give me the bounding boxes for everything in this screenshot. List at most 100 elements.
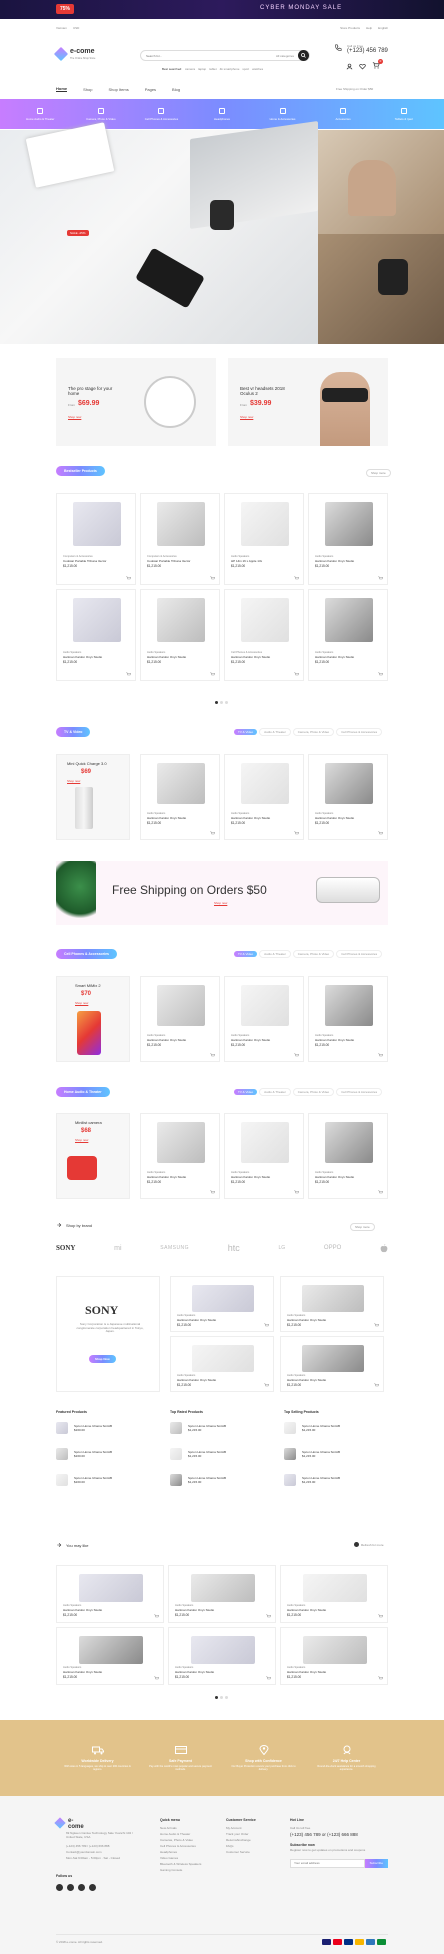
cart-icon[interactable] [154, 1614, 159, 1619]
product-name[interactable]: Hartman Kardon Onyx Studio [287, 1670, 383, 1674]
twitter-icon[interactable] [67, 1884, 74, 1891]
cart-icon[interactable] [210, 576, 215, 581]
nav-home[interactable]: Home [56, 86, 68, 92]
feature-card[interactable]: Smart MiMix 2 $70 Shop now [56, 976, 130, 1062]
cart-icon[interactable] [210, 1190, 215, 1195]
list-item[interactable]: Spcon Home Ulrama SmtAB $160.00 [56, 1474, 112, 1486]
product-card[interactable]: Audio Speakers Hartman Kardon Onyx Studi… [224, 754, 304, 840]
brand-mi[interactable]: mi [114, 1245, 121, 1252]
cart-icon[interactable] [154, 1676, 159, 1681]
product-name[interactable]: Hartman Kardon Onyx Studio [287, 1378, 379, 1382]
filter-tab[interactable]: Audio & Theater [259, 1088, 291, 1096]
product-card[interactable]: Audio Speakers Hartman Kardon Onyx Studi… [170, 1276, 274, 1332]
search-tag[interactable]: 4k smartphone [220, 67, 240, 71]
product-name[interactable]: Hartman Kardon Onyx Studio [63, 1608, 159, 1612]
footer-link[interactable]: New Arrivals [160, 1826, 201, 1830]
list-item[interactable]: Spcon Home Ulrama SmtAB $160.00 [56, 1448, 112, 1460]
brand-feature-card[interactable]: SONY Sony Corporation is a Japanese mult… [56, 1276, 160, 1392]
cart-icon[interactable] [378, 576, 383, 581]
product-name[interactable]: Hartman Kardon Onyx Studio [147, 655, 215, 659]
hero-side-top[interactable] [318, 130, 444, 234]
search-input[interactable] [141, 53, 276, 58]
filter-tab[interactable]: Audio & Theater [259, 950, 291, 958]
newsletter-email-input[interactable] [290, 1858, 365, 1868]
cart-icon[interactable] [264, 1323, 269, 1328]
product-card[interactable]: Audio Speakers Hartman Kardon Onyx Studi… [308, 589, 388, 681]
feature-shop-button[interactable]: Shop now [67, 779, 80, 783]
cart-icon[interactable] [210, 1053, 215, 1058]
list-item[interactable]: Spcon Home Ulrama SmtAB $1,215.00 [284, 1474, 340, 1486]
banner-shop-button[interactable]: Shop now [214, 901, 227, 905]
product-name[interactable]: Hartman Kardon Onyx Studio [177, 1318, 269, 1322]
brand-shop-button[interactable]: Shop Now [89, 1355, 116, 1363]
product-name[interactable]: Hartman Kardon Onyx Studio [315, 1175, 383, 1179]
product-name[interactable]: Hartman Kardon Onyx Studio [315, 559, 383, 563]
free-shipping-banner[interactable]: Free Shipping on Orders $50 Shop now [56, 861, 388, 925]
search-tag[interactable]: camera [185, 67, 195, 71]
list-item[interactable]: Spcon Home Ulrama SmtAB $1,215.00 [284, 1422, 340, 1434]
product-card[interactable]: Audio Speakers Hartman Kardon Onyx Studi… [280, 1627, 388, 1685]
instagram-icon[interactable] [78, 1884, 85, 1891]
feature-card[interactable]: Minilist camera $68 Shop now [56, 1113, 130, 1199]
search-button[interactable] [298, 50, 309, 61]
store-link[interactable]: Store Products [340, 26, 360, 30]
product-name[interactable]: Hartman Kardon Onyx Studio [231, 816, 299, 820]
filter-tab[interactable]: Camera, Photo & Video [292, 1088, 335, 1096]
list-item[interactable]: Spcon Home Ulrama SmtAB $160.00 [56, 1422, 112, 1434]
refresh-button[interactable]: Refresh for more [354, 1542, 384, 1547]
category-item[interactable]: Home Audio & Theater [15, 107, 65, 121]
footer-link[interactable]: My Account [226, 1826, 256, 1830]
promo-card-vr[interactable]: Best vr headsets 2018 Oculus 2 From $39.… [228, 358, 388, 446]
carousel-dots[interactable] [214, 700, 229, 705]
product-card[interactable]: Audio Speakers Hartman Kardon Onyx Studi… [56, 1627, 164, 1685]
product-card[interactable]: Audio Speakers HP 14in 16 x Apple 13x $1… [224, 493, 304, 585]
product-card[interactable]: Audio Speakers Hartman Kardon Onyx Studi… [140, 754, 220, 840]
footer-link[interactable]: Returns/Exchange [226, 1838, 256, 1842]
list-item[interactable]: Spcon Home Ulrama SmtAB $1,215.00 [284, 1448, 340, 1460]
google-plus-icon[interactable] [89, 1884, 96, 1891]
product-name[interactable]: Hartman Kardon Onyx Studio [231, 1038, 299, 1042]
category-item[interactable]: Cell Phones & Accessories [136, 107, 186, 121]
product-card[interactable]: Audio Speakers Hartman Kardon Onyx Studi… [168, 1565, 276, 1623]
cart-icon[interactable] [374, 1383, 379, 1388]
search-tag[interactable]: sport [242, 67, 249, 71]
promo-shop-button[interactable]: Shop now [68, 415, 81, 419]
filter-tab[interactable]: Camera, Photo & Video [292, 950, 335, 958]
product-name[interactable]: Hartman Kardon Onyx Studio [315, 1038, 383, 1042]
promo-card-speaker[interactable]: The pro stage for your home From $69.99 … [56, 358, 216, 446]
product-name[interactable]: Hartman Kardon Onyx Studio [147, 1175, 215, 1179]
brand-oppo[interactable]: OPPO [324, 1245, 341, 1251]
cart-button[interactable]: 0 [372, 59, 383, 70]
cart-icon[interactable] [378, 1614, 383, 1619]
cart-icon[interactable] [264, 1383, 269, 1388]
feature-card[interactable]: Mini Quick Charge 3.0 $69 Shop now [56, 754, 130, 840]
product-card[interactable]: Audio Speakers Hartman Kardon Onyx Studi… [224, 1113, 304, 1199]
product-card[interactable]: Audio Speakers Hartman Kardon Onyx Studi… [170, 1336, 274, 1392]
category-item[interactable]: Camera, Photo & Video [76, 107, 126, 121]
footer-link[interactable]: Headphones [160, 1850, 201, 1854]
search-tag[interactable]: laptop [198, 67, 206, 71]
filter-tab[interactable]: TV & Video [234, 729, 258, 735]
product-card[interactable]: Cell Phones & Accessories Hartman Kardon… [224, 589, 304, 681]
product-card[interactable]: Computers & Accessories Coolstar Portabl… [140, 493, 220, 585]
brand-sony[interactable]: SONY [56, 1244, 75, 1252]
footer-link[interactable]: Gaming Console [160, 1868, 201, 1872]
promo-shop-button[interactable]: Shop now [240, 415, 253, 419]
product-card[interactable]: Audio Speakers Hartman Kardon Onyx Studi… [308, 754, 388, 840]
carousel-dots[interactable] [214, 1695, 229, 1700]
cart-icon[interactable] [294, 1190, 299, 1195]
filter-tab[interactable]: Cell Phones & Accessories [336, 1088, 383, 1096]
cart-icon[interactable] [374, 1323, 379, 1328]
product-name[interactable]: Hartman Kardon Onyx Studio [231, 655, 299, 659]
product-card[interactable]: Audio Speakers Hartman Kardon Onyx Studi… [140, 976, 220, 1062]
language-select[interactable]: English [378, 26, 388, 30]
cart-icon[interactable] [294, 831, 299, 836]
product-name[interactable]: Hartman Kardon Onyx Studio [63, 1670, 159, 1674]
filter-tab[interactable]: Cell Phones & Accessories [336, 728, 383, 736]
product-name[interactable]: Hartman Kardon Onyx Studio [63, 655, 131, 659]
heart-icon[interactable] [359, 63, 366, 70]
product-card[interactable]: Audio Speakers Hartman Kardon Onyx Studi… [308, 1113, 388, 1199]
filter-tab[interactable]: Cell Phones & Accessories [336, 950, 383, 958]
product-card[interactable]: Audio Speakers Hartman Kardon Onyx Studi… [308, 493, 388, 585]
footer-link[interactable]: Home Audio & Theater [160, 1832, 201, 1836]
